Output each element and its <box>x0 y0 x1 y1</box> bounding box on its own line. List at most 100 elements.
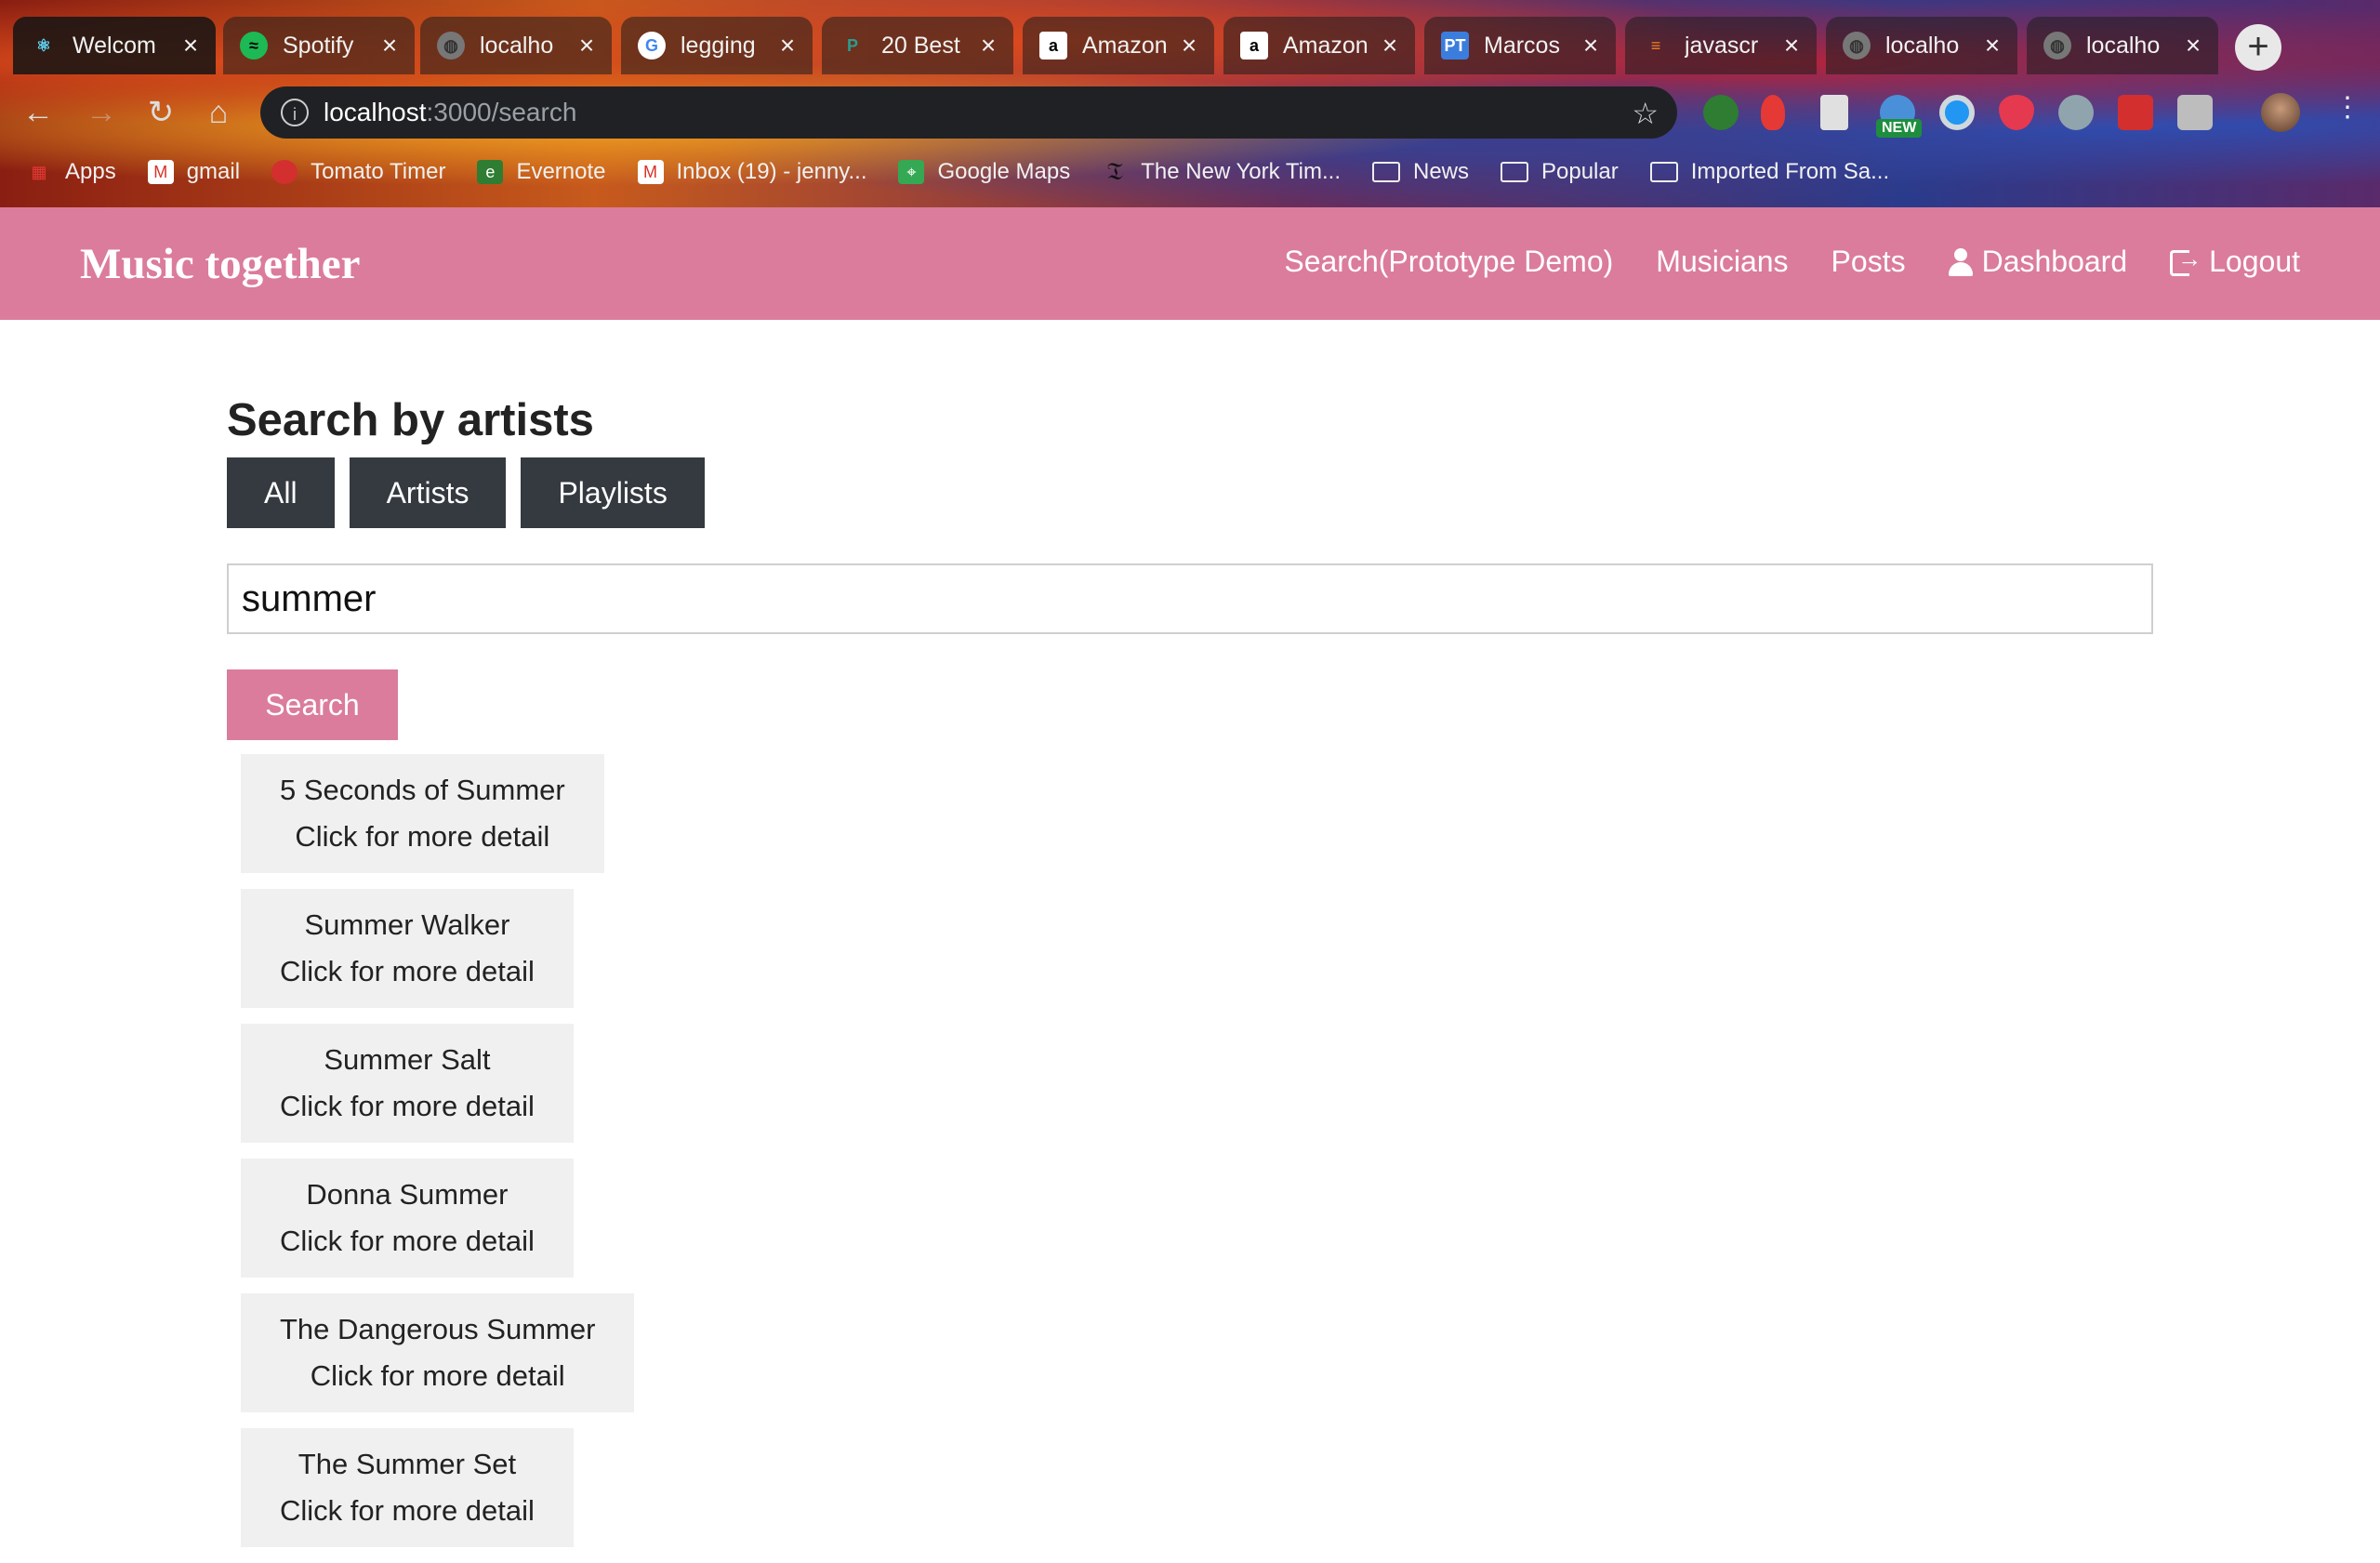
result-artist-name: The Dangerous Summer <box>280 1313 596 1345</box>
bookmark-gmail[interactable]: M gmail <box>147 159 240 185</box>
result-card[interactable]: The Summer Set Click for more detail <box>241 1428 574 1547</box>
tab-amazon-1[interactable]: a Amazon × <box>1023 17 1214 74</box>
tab-javascript[interactable]: ≡ javascr × <box>1625 17 1817 74</box>
apps-grid-icon: ▦ <box>31 162 47 181</box>
reload-icon[interactable]: ↻ <box>139 91 182 134</box>
close-tab-icon[interactable]: × <box>775 31 800 60</box>
filter-artists-button[interactable]: Artists <box>349 457 507 528</box>
result-artist-name: Summer Salt <box>324 1043 491 1076</box>
result-card[interactable]: Donna Summer Click for more detail <box>241 1159 574 1278</box>
tab-leggings[interactable]: G legging × <box>621 17 813 74</box>
result-card[interactable]: 5 Seconds of Summer Click for more detai… <box>241 754 604 873</box>
folder-icon <box>1649 162 1678 182</box>
result-artist-name: Donna Summer <box>306 1178 509 1211</box>
result-detail-link: Click for more detail <box>310 1359 565 1392</box>
bookmark-folder-news[interactable]: News <box>1371 159 1469 185</box>
maps-icon: ⌖ <box>898 160 925 184</box>
tab-amazon-2[interactable]: a Amazon × <box>1223 17 1415 74</box>
site-info-icon[interactable]: i <box>281 99 309 126</box>
bookmark-apps[interactable]: ▦ Apps <box>26 159 115 185</box>
search-button[interactable]: Search <box>227 669 398 740</box>
result-card[interactable]: Summer Salt Click for more detail <box>241 1024 574 1143</box>
circle-extension-icon[interactable] <box>1939 95 1975 130</box>
gmail-icon: M <box>637 160 664 184</box>
folder-icon <box>1371 162 1400 182</box>
forward-icon[interactable]: → <box>80 91 123 134</box>
bookmark-folder-popular[interactable]: Popular <box>1501 159 1619 185</box>
close-tab-icon[interactable]: × <box>575 31 599 60</box>
filter-playlists-button[interactable]: Playlists <box>521 457 705 528</box>
tab-20-best[interactable]: P 20 Best × <box>822 17 1013 74</box>
close-tab-icon[interactable]: × <box>976 31 1000 60</box>
bookmark-tomato-timer[interactable]: Tomato Timer <box>271 159 445 185</box>
address-bar[interactable]: i localhost:3000/search ☆ <box>260 86 1677 139</box>
result-detail-link: Click for more detail <box>280 1494 535 1527</box>
tab-welcome[interactable]: ⚛ Welcom × <box>13 17 216 74</box>
close-tab-icon[interactable]: × <box>377 31 402 60</box>
result-artist-name: The Summer Set <box>298 1448 517 1480</box>
nav-musicians[interactable]: Musicians <box>1656 245 1788 279</box>
nav-dashboard[interactable]: Dashboard <box>1948 245 2128 279</box>
generic-extension-icon[interactable] <box>2177 95 2213 130</box>
nav-logout[interactable]: Logout <box>2170 245 2300 279</box>
globe-icon: ◍ <box>1843 32 1871 60</box>
cors-extension-icon[interactable] <box>2118 95 2153 130</box>
bookmark-nytimes[interactable]: 𝔗 The New York Tim... <box>1102 158 1341 185</box>
new-tab-button[interactable]: + <box>2235 24 2281 71</box>
folder-icon <box>1501 162 1528 182</box>
result-artist-name: Summer Walker <box>304 908 510 941</box>
nav-search[interactable]: Search(Prototype Demo) <box>1284 245 1613 279</box>
document-extension-icon[interactable] <box>1820 95 1848 130</box>
browser-menu-icon[interactable]: ⋮ <box>2334 91 2361 124</box>
pivotal-icon: PT <box>1441 32 1469 60</box>
nav-dashboard-label: Dashboard <box>1981 245 2128 278</box>
user-icon <box>1948 247 1973 276</box>
tab-spotify[interactable]: ≈ Spotify × <box>223 17 415 74</box>
nav-posts[interactable]: Posts <box>1831 245 1906 279</box>
result-card[interactable]: Summer Walker Click for more detail <box>241 889 574 1008</box>
shield-extension-icon[interactable] <box>1999 95 2034 130</box>
close-tab-icon[interactable]: × <box>1177 31 1201 60</box>
tab-localhost-2[interactable]: ◍ localho × <box>1826 17 2017 74</box>
profile-avatar[interactable] <box>2261 93 2300 132</box>
bookmark-folder-imported[interactable]: Imported From Sa... <box>1649 159 1889 185</box>
tab-localhost-3[interactable]: ◍ localho × <box>2027 17 2218 74</box>
bookmark-google-maps[interactable]: ⌖ Google Maps <box>898 159 1070 185</box>
google-icon: G <box>638 32 666 60</box>
tab-strip: ⚛ Welcom × ≈ Spotify × ◍ localho × G leg… <box>0 17 2380 74</box>
close-tab-icon[interactable]: × <box>1779 31 1804 60</box>
globe-icon: ◍ <box>2043 32 2071 60</box>
brand-logo[interactable]: Music together <box>80 239 360 289</box>
page-title: Search by artists <box>227 395 594 445</box>
new-badge: NEW <box>1876 119 1923 138</box>
address-host: localhost <box>324 98 427 126</box>
bookmark-inbox[interactable]: M Inbox (19) - jenny... <box>637 159 866 185</box>
hand-extension-icon[interactable] <box>1761 95 1785 130</box>
sign-out-icon <box>2170 245 2202 276</box>
back-icon[interactable]: ← <box>17 91 60 134</box>
amazon-icon: a <box>1240 32 1268 60</box>
p-logo-icon: P <box>846 35 858 55</box>
bookmark-star-icon[interactable]: ☆ <box>1632 96 1659 131</box>
filter-all-button[interactable]: All <box>227 457 335 528</box>
close-tab-icon[interactable]: × <box>1378 31 1402 60</box>
filter-buttons: All Artists Playlists <box>227 457 720 528</box>
close-tab-icon[interactable]: × <box>178 31 203 60</box>
tab-marcos[interactable]: PT Marcos × <box>1424 17 1616 74</box>
search-input[interactable] <box>227 563 2153 634</box>
app-navbar: Music together Search(Prototype Demo) Mu… <box>0 207 2380 320</box>
search-results: 5 Seconds of Summer Click for more detai… <box>241 754 635 1563</box>
result-card[interactable]: The Dangerous Summer Click for more deta… <box>241 1293 635 1412</box>
magnifier-extension-icon[interactable] <box>2058 95 2094 130</box>
close-tab-icon[interactable]: × <box>2181 31 2205 60</box>
evernote-extension-icon[interactable] <box>1703 95 1739 130</box>
browser-chrome: ⚛ Welcom × ≈ Spotify × ◍ localho × G leg… <box>0 0 2380 207</box>
gmail-icon: M <box>147 160 174 184</box>
tab-localhost-1[interactable]: ◍ localho × <box>420 17 612 74</box>
result-detail-link: Click for more detail <box>280 1090 535 1122</box>
close-tab-icon[interactable]: × <box>1980 31 2004 60</box>
close-tab-icon[interactable]: × <box>1579 31 1603 60</box>
bookmark-evernote[interactable]: e Evernote <box>477 159 606 185</box>
browser-toolbar: ← → ↻ ⌂ i localhost:3000/search ☆ NEW ⋮ <box>0 82 2380 143</box>
home-icon[interactable]: ⌂ <box>197 91 240 134</box>
